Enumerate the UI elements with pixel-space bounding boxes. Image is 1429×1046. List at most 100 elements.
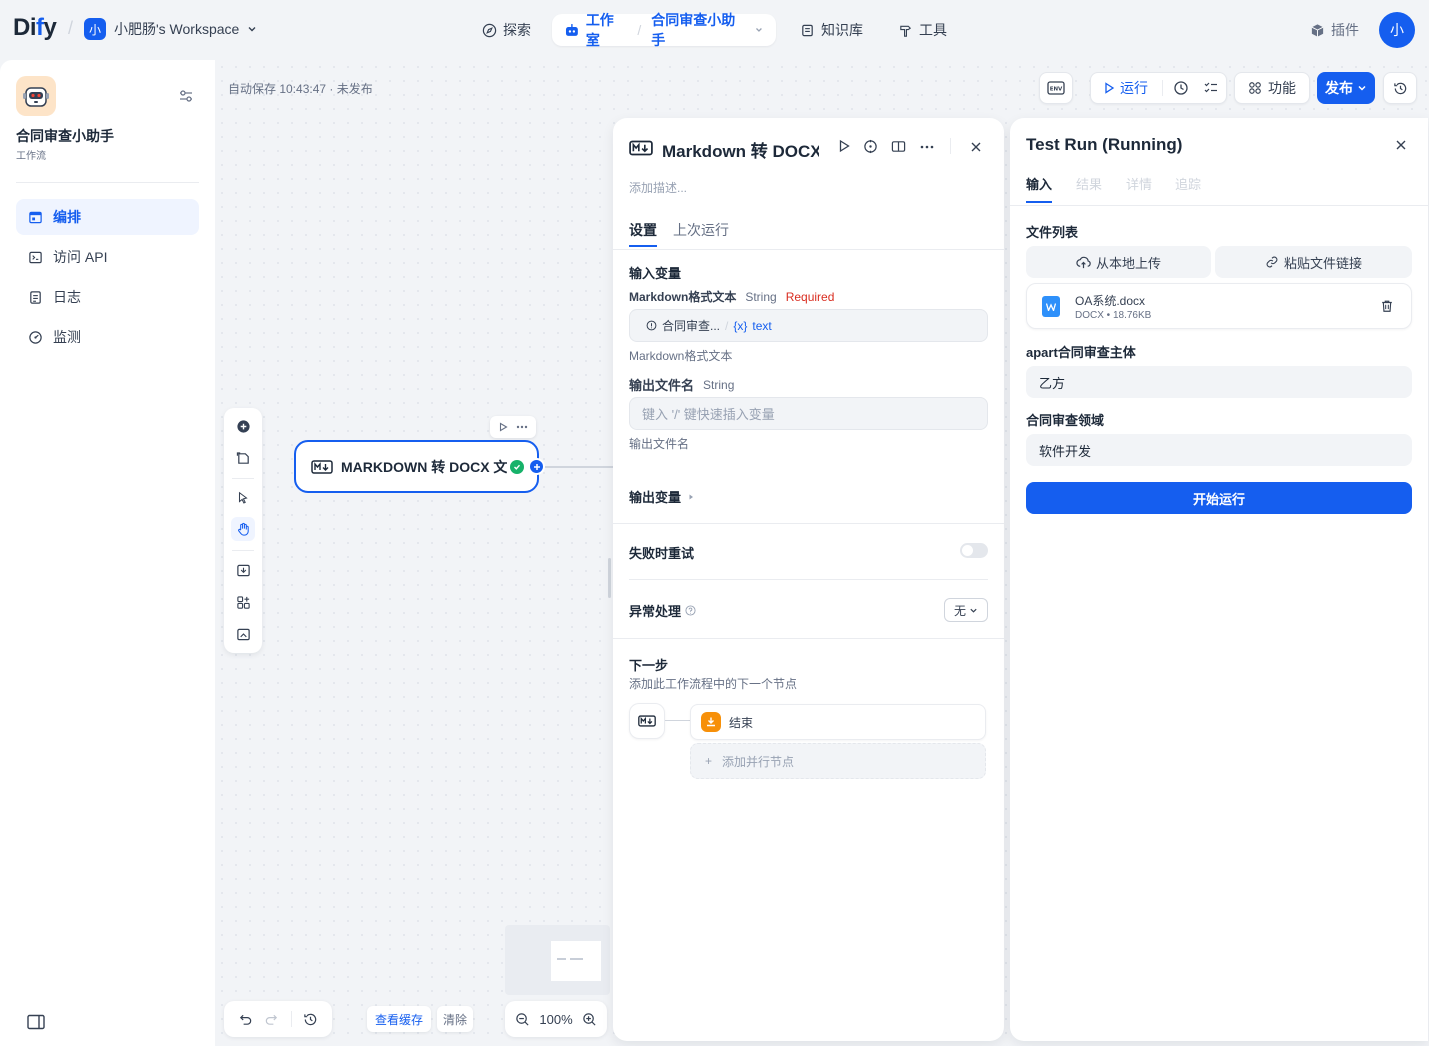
zoom-out-icon[interactable] (515, 1012, 530, 1027)
add-node-icon[interactable] (231, 414, 255, 438)
version-history-button[interactable] (1383, 72, 1417, 104)
view-cache-button[interactable]: 查看缓存 (367, 1006, 432, 1032)
next-step-description: 添加此工作流程中的下一个节点 (629, 677, 798, 691)
paste-link-button[interactable]: 粘贴文件链接 (1215, 246, 1412, 278)
help-target-icon[interactable] (863, 139, 878, 154)
nav-knowledge[interactable]: 知识库 (790, 14, 873, 46)
features-button[interactable]: 功能 (1234, 72, 1310, 104)
svg-text:ENV: ENV (1050, 87, 1063, 93)
play-icon (1105, 82, 1115, 94)
more-icon[interactable] (516, 425, 528, 429)
current-app-name[interactable]: 合同审查小助手 (651, 10, 748, 50)
divider (613, 523, 1004, 524)
field1-input[interactable]: 乙方 (1026, 366, 1412, 398)
nav-explore[interactable]: 探索 (472, 14, 541, 46)
markdown-icon (638, 715, 656, 727)
nav-plugins[interactable]: 插件 (1300, 14, 1369, 46)
node-description-input[interactable]: 添加描述... (629, 179, 687, 196)
success-check-icon (510, 460, 524, 474)
close-icon[interactable] (1395, 139, 1407, 151)
close-icon[interactable] (970, 141, 982, 153)
tab-input[interactable]: 输入 (1026, 174, 1052, 193)
panel-resize-handle[interactable] (608, 558, 611, 598)
env-button[interactable]: ENV (1039, 72, 1073, 104)
trash-icon[interactable] (1380, 299, 1394, 313)
minimap-node (570, 958, 583, 960)
zoom-in-icon[interactable] (582, 1012, 597, 1027)
minimap[interactable] (505, 925, 610, 995)
pointer-icon[interactable] (231, 486, 255, 510)
error-handling-select[interactable]: 无 (944, 598, 988, 622)
avatar[interactable]: 小 (1379, 12, 1415, 48)
collapse-sidebar-icon[interactable] (27, 1014, 45, 1030)
workspace-switcher[interactable]: 小 小肥肠's Workspace (84, 18, 257, 40)
compass-icon (482, 23, 497, 37)
tab-tracing[interactable]: 追踪 (1175, 174, 1201, 193)
tab-settings[interactable]: 设置 (629, 220, 657, 240)
add-next-node-icon[interactable] (528, 458, 545, 475)
publish-button[interactable]: 发布 (1317, 72, 1375, 104)
var1-input[interactable]: 合同审查... / {x} text (629, 309, 988, 342)
markdown-icon (629, 140, 653, 156)
checklist-clock-icon[interactable] (1173, 80, 1189, 96)
run-button[interactable]: 运行 (1103, 78, 1148, 98)
zoom-level[interactable]: 100% (539, 1012, 572, 1027)
sidebar-item-monitor[interactable]: 监测 (16, 319, 199, 355)
tab-result[interactable]: 结果 (1076, 174, 1102, 193)
play-icon[interactable] (837, 139, 851, 153)
chevron-down-icon (1358, 85, 1366, 91)
run-button-label: 运行 (1120, 80, 1148, 96)
organize-blocks-icon[interactable] (231, 590, 255, 614)
var2-input[interactable]: 键入 '/' 键快速插入变量 (629, 397, 988, 430)
book-icon (802, 24, 813, 36)
node-panel-title[interactable]: Markdown 转 DOCX (662, 137, 819, 162)
chevron-down-icon (970, 608, 977, 613)
nav-studio[interactable]: 工作室 / 合同审查小助手 (552, 12, 776, 48)
plus-icon: + (705, 754, 713, 768)
clear-cache-button[interactable]: 清除 (437, 1006, 474, 1032)
history-icon[interactable] (303, 1012, 318, 1027)
checklist-icon[interactable] (1203, 80, 1219, 96)
dify-logo[interactable]: Dify (13, 14, 57, 42)
output-vars-toggle[interactable]: 输出变量 (629, 487, 695, 506)
history-controls (224, 1001, 332, 1037)
settings-sliders-icon[interactable] (178, 88, 194, 104)
hand-icon[interactable] (231, 517, 255, 541)
add-parallel-node-button[interactable]: + 添加并行节点 (690, 743, 986, 779)
markdown-docx-node[interactable]: MARKDOWN 转 DOCX 文 (294, 440, 539, 493)
retry-toggle[interactable] (960, 543, 988, 558)
sidebar-item-orchestrate[interactable]: 编排 (16, 199, 199, 235)
retry-label: 失败时重试 (629, 546, 695, 561)
zoom-controls: 100% (505, 1001, 607, 1037)
llm-icon (646, 320, 657, 331)
nav-tools[interactable]: 工具 (888, 14, 957, 46)
undo-icon[interactable] (238, 1012, 253, 1027)
add-note-icon[interactable] (231, 446, 255, 470)
more-icon[interactable] (920, 145, 934, 149)
help-icon[interactable] (685, 605, 696, 616)
export-image-icon[interactable] (231, 558, 255, 582)
play-icon[interactable] (498, 422, 508, 432)
divider (232, 478, 254, 479)
field2-input[interactable]: 软件开发 (1026, 434, 1412, 466)
app-icon (16, 76, 56, 116)
divider (613, 638, 1004, 639)
sidebar-item-logs[interactable]: 日志 (16, 279, 199, 315)
book-open-icon[interactable] (891, 139, 906, 154)
minimap-node (557, 958, 566, 960)
edge-line (537, 466, 613, 468)
start-run-button[interactable]: 开始运行 (1026, 482, 1412, 514)
chevron-down-icon (756, 28, 762, 32)
var1-ref-var: text (752, 318, 772, 333)
nav-studio-label: 工作室 (585, 12, 614, 48)
next-node-end[interactable]: 结束 (690, 704, 986, 740)
tab-detail[interactable]: 详情 (1126, 174, 1152, 193)
sidebar-item-api[interactable]: 访问 API (16, 239, 199, 275)
minimap-toggle-icon[interactable] (231, 622, 255, 646)
divider (950, 138, 951, 154)
workspace-badge: 小 (84, 18, 106, 40)
tab-last-run[interactable]: 上次运行 (673, 220, 729, 240)
upload-local-button[interactable]: 从本地上传 (1026, 246, 1211, 278)
divider (629, 579, 988, 580)
redo-icon[interactable] (264, 1012, 279, 1027)
